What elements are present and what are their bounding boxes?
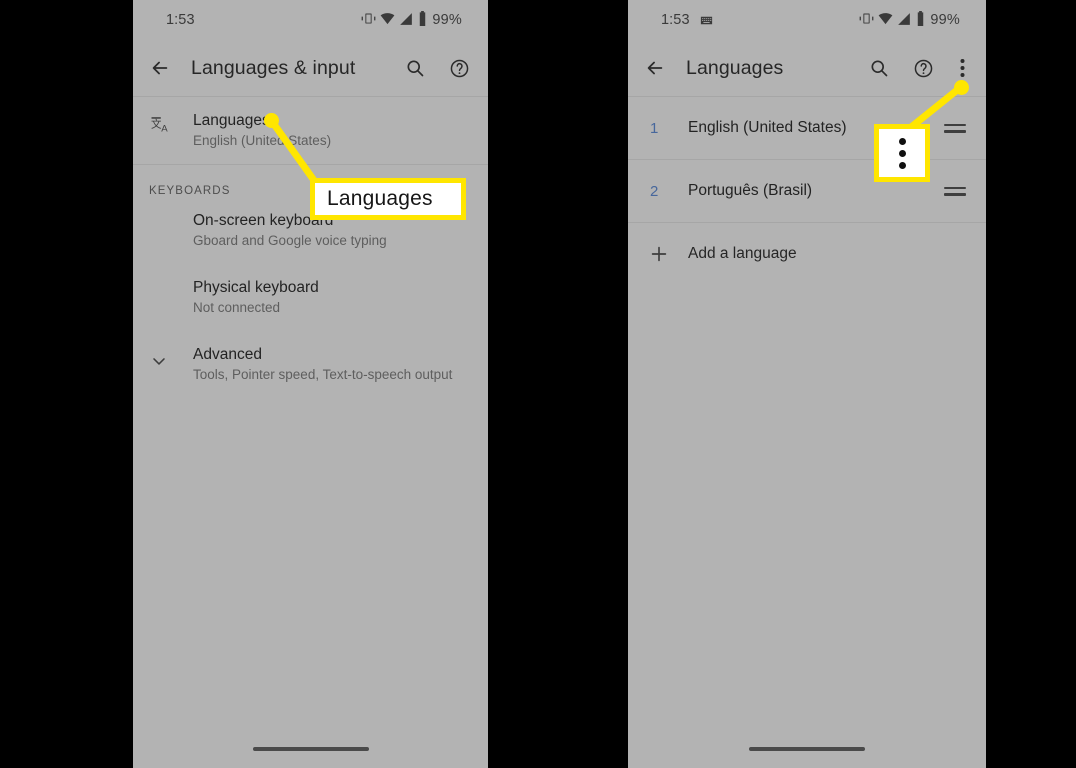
phone-screen-languages: 1:53 99% Languages 1 English (United Sta… (628, 0, 986, 768)
add-a-language-label: Add a language (688, 245, 797, 262)
language-list-item-1[interactable]: 1 English (United States) (628, 97, 986, 159)
language-order-number: 1 (650, 119, 659, 137)
status-icons-right: 99% (859, 11, 960, 29)
advanced-body: Advanced Tools, Pointer speed, Text-to-s… (193, 345, 472, 384)
help-icon[interactable] (910, 55, 936, 81)
search-icon[interactable] (866, 55, 892, 81)
language-order-number: 2 (650, 182, 659, 200)
vibrate-icon (361, 11, 376, 29)
on-screen-keyboard-row[interactable]: On-screen keyboard Gboard and Google voi… (133, 203, 488, 260)
on-screen-keyboard-body: On-screen keyboard Gboard and Google voi… (193, 211, 472, 250)
app-bar-left: Languages & input (133, 40, 488, 96)
on-screen-keyboard-subtitle: Gboard and Google voice typing (193, 233, 387, 248)
physical-keyboard-lead-spacer (149, 278, 193, 280)
physical-keyboard-row[interactable]: Physical keyboard Not connected (133, 260, 488, 327)
phone-screen-languages-and-input: 1:53 99% Languages & input 文 A Languages… (133, 0, 488, 768)
status-bar-left: 1:53 99% (133, 0, 488, 40)
drag-handle-icon[interactable] (944, 184, 966, 198)
vibrate-icon (859, 11, 874, 29)
gesture-bar-left[interactable] (133, 747, 488, 751)
back-arrow-icon[interactable] (147, 55, 173, 81)
languages-row-body: Languages English (United States) (193, 111, 472, 150)
advanced-title: Advanced (193, 346, 262, 363)
battery-percent: 99% (432, 12, 462, 28)
search-icon[interactable] (402, 55, 428, 81)
physical-keyboard-body: Physical keyboard Not connected (193, 278, 472, 317)
status-icons-left: 99% (361, 11, 462, 29)
help-icon[interactable] (446, 55, 472, 81)
plus-icon (644, 243, 688, 265)
languages-row[interactable]: 文 A Languages English (United States) (133, 97, 488, 164)
page-title: Languages (686, 56, 784, 79)
signal-icon (897, 12, 911, 29)
overflow-menu-icon[interactable] (954, 55, 970, 81)
drag-handle-icon[interactable] (944, 121, 966, 135)
battery-percent: 99% (930, 12, 960, 28)
app-bar-right: Languages (628, 40, 986, 96)
chevron-down-icon[interactable] (149, 345, 193, 371)
advanced-row[interactable]: Advanced Tools, Pointer speed, Text-to-s… (133, 327, 488, 394)
status-bar-right: 1:53 99% (628, 0, 986, 40)
language-name: Português (Brasil) (688, 182, 813, 199)
language-name: English (United States) (688, 119, 847, 136)
signal-icon (399, 12, 413, 29)
back-arrow-icon[interactable] (642, 55, 668, 81)
translate-icon: 文 A (149, 111, 193, 137)
gesture-bar-right[interactable] (628, 747, 986, 751)
languages-row-subtitle: English (United States) (193, 133, 332, 148)
app-bar-actions-left (402, 55, 474, 81)
add-a-language-row[interactable]: Add a language (628, 223, 986, 285)
battery-icon (417, 11, 428, 29)
wifi-icon (380, 11, 395, 29)
advanced-subtitle: Tools, Pointer speed, Text-to-speech out… (193, 367, 453, 382)
language-list-item-2[interactable]: 2 Português (Brasil) (628, 160, 986, 222)
status-time: 1:53 (166, 12, 195, 28)
svg-text:A: A (161, 124, 168, 135)
section-header-keyboards: KEYBOARDS (149, 185, 231, 197)
app-bar-actions-right (866, 55, 972, 81)
screenshot-stage: 1:53 99% Languages & input 文 A Languages… (0, 0, 1076, 768)
wifi-icon (878, 11, 893, 29)
battery-icon (915, 11, 926, 29)
on-screen-keyboard-title: On-screen keyboard (193, 212, 334, 229)
status-time: 1:53 (661, 12, 690, 28)
keyboard-icon (699, 13, 714, 28)
physical-keyboard-title: Physical keyboard (193, 279, 319, 296)
physical-keyboard-subtitle: Not connected (193, 300, 281, 315)
languages-row-title: Languages (193, 112, 270, 129)
page-title: Languages & input (191, 56, 356, 79)
on-screen-keyboard-lead-spacer (149, 211, 193, 213)
